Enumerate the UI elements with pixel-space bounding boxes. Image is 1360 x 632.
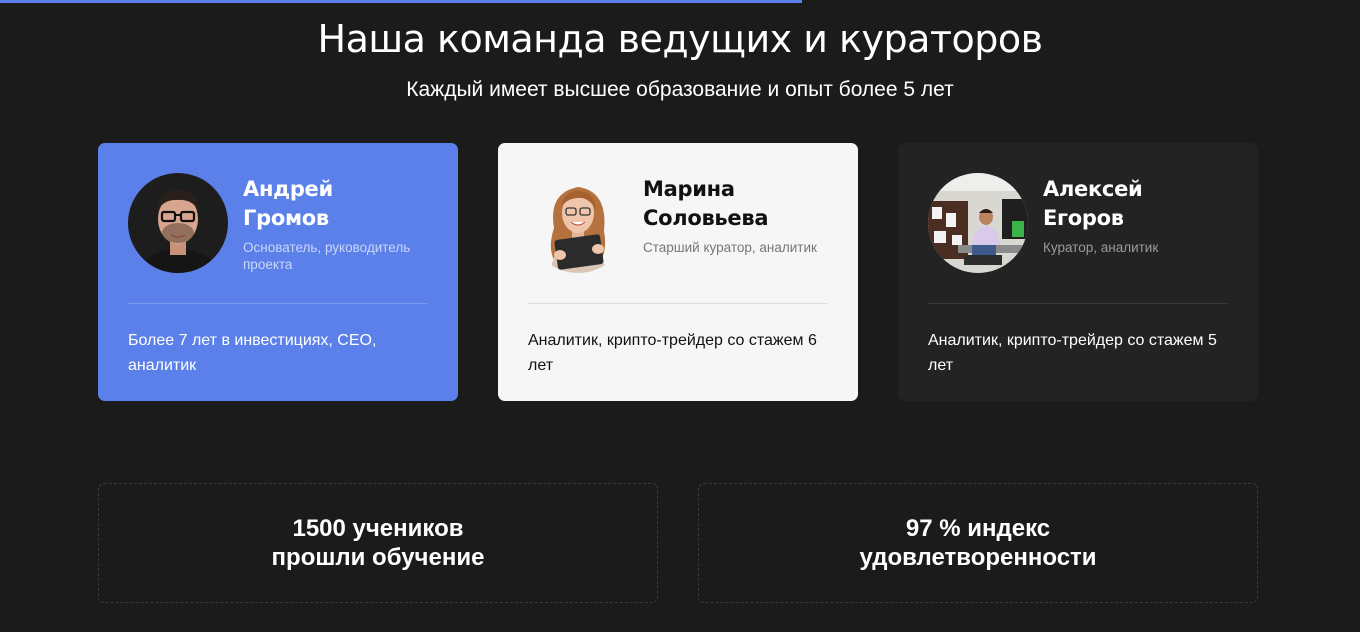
person-role: Основатель, руководитель проекта: [243, 240, 411, 272]
person-first-name: Андрей: [243, 177, 333, 201]
section-subtitle: Каждый имеет высшее образование и опыт б…: [406, 78, 954, 101]
person-name: Андрей Громов: [243, 175, 433, 233]
stat-line-2: удовлетворенности: [859, 544, 1097, 571]
avatar-aleksey-egorov: [928, 173, 1028, 273]
stat-text: 97 % индекс удовлетворенности: [859, 514, 1096, 572]
stat-line-1: 1500 учеников: [292, 515, 464, 542]
person-name: Алексей Егоров: [1043, 175, 1233, 233]
team-section: Наша команда ведущих и кураторов Каждый …: [0, 0, 1360, 632]
card-divider: [528, 303, 828, 304]
stat-satisfaction: 97 % индекс удовлетворенности: [698, 483, 1258, 603]
avatar-marina-solovyeva: [528, 173, 628, 273]
person-bio: Аналитик, крипто-трейдер со стажем 5 лет: [928, 332, 1217, 374]
person-bio: Более 7 лет в инвестициях, CEO, аналитик: [128, 332, 377, 374]
person-bio: Аналитик, крипто-трейдер со стажем 6 лет: [528, 332, 817, 374]
person-last-name: Соловьева: [643, 206, 769, 230]
stat-line-2: прошли обучение: [271, 544, 485, 571]
person-role: Старший куратор, аналитик: [643, 240, 817, 255]
stat-text: 1500 учеников прошли обучение: [272, 514, 485, 572]
team-card-aleksey-egorov: Алексей Егоров Куратор, аналитик Аналити…: [898, 143, 1258, 401]
person-last-name: Громов: [243, 206, 329, 230]
card-divider: [928, 303, 1228, 304]
stat-students: 1500 учеников прошли обучение: [98, 483, 658, 603]
card-divider: [128, 303, 428, 304]
team-card-marina-solovyeva: Марина Соловьева Старший куратор, аналит…: [498, 143, 858, 401]
person-name: Марина Соловьева: [643, 175, 833, 233]
stat-line-1: 97 % индекс: [905, 515, 1051, 542]
person-last-name: Егоров: [1043, 206, 1124, 230]
person-first-name: Алексей: [1043, 177, 1143, 201]
person-role: Куратор, аналитик: [1043, 240, 1159, 255]
section-title: Наша команда ведущих и кураторов: [317, 17, 1044, 61]
scroll-progress-bar: [0, 0, 1360, 3]
person-first-name: Марина: [643, 177, 735, 201]
scroll-progress-fill: [0, 0, 803, 3]
avatar-andrey-gromov: [128, 173, 228, 273]
team-card-andrey-gromov: Андрей Громов Основатель, руководитель п…: [98, 143, 458, 401]
